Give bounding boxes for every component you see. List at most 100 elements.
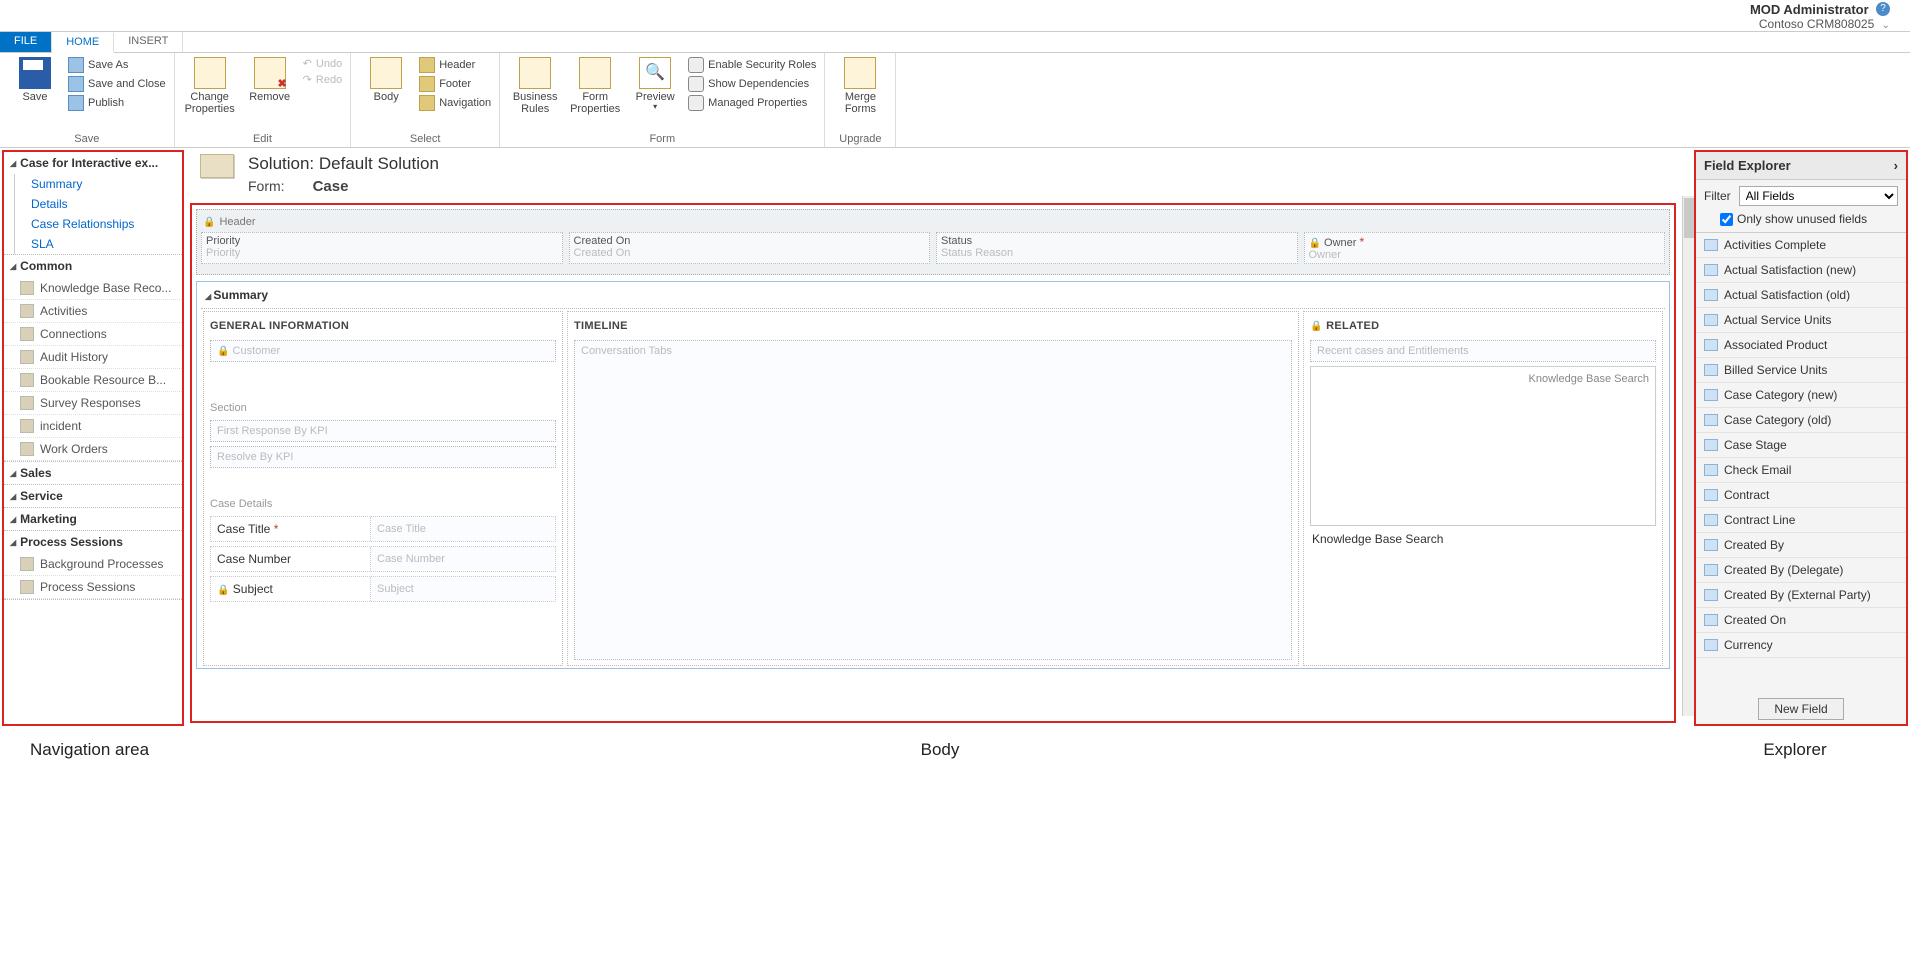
procsess-icon bbox=[20, 580, 34, 594]
footer-button[interactable]: Footer bbox=[419, 76, 491, 92]
chevron-down-icon[interactable]: ⌄ bbox=[1882, 20, 1890, 31]
summary-col-related[interactable]: 🔒 RELATED Recent cases and Entitlements … bbox=[1303, 311, 1663, 666]
field-first-response[interactable]: First Response By KPI bbox=[210, 420, 556, 442]
form-label: Form: bbox=[248, 178, 285, 194]
header-field-createdon[interactable]: Created On Created On bbox=[569, 232, 931, 264]
field-item[interactable]: Associated Product bbox=[1696, 333, 1906, 358]
only-unused-input[interactable] bbox=[1720, 213, 1733, 226]
nav-item-activities[interactable]: Activities bbox=[4, 300, 182, 323]
nav-section-service[interactable]: Service bbox=[4, 485, 182, 507]
form-header-section[interactable]: 🔒Header Priority Priority Created On Cre… bbox=[196, 209, 1670, 275]
kb-search-box[interactable]: Knowledge Base Search bbox=[1310, 366, 1656, 526]
nav-section-marketing[interactable]: Marketing bbox=[4, 508, 182, 530]
field-item[interactable]: Check Email bbox=[1696, 458, 1906, 483]
nav-item-incident[interactable]: incident bbox=[4, 415, 182, 438]
nav-item-procsess[interactable]: Process Sessions bbox=[4, 576, 182, 599]
field-customer[interactable]: 🔒 Customer bbox=[210, 340, 556, 362]
vertical-scrollbar[interactable] bbox=[1682, 196, 1694, 716]
field-item[interactable]: Case Category (old) bbox=[1696, 408, 1906, 433]
tab-home[interactable]: HOME bbox=[52, 33, 114, 53]
field-item[interactable]: Currency bbox=[1696, 633, 1906, 658]
summary-col-general[interactable]: GENERAL INFORMATION 🔒 Customer Section F… bbox=[203, 311, 563, 666]
nav-item-workorders[interactable]: Work Orders bbox=[4, 438, 182, 461]
redo-icon: ↷ bbox=[303, 73, 312, 86]
show-dependencies-button[interactable]: Show Dependencies bbox=[688, 76, 816, 92]
redo-button[interactable]: ↷Redo bbox=[303, 73, 343, 86]
field-item[interactable]: Case Category (new) bbox=[1696, 383, 1906, 408]
group-label-form: Form bbox=[508, 133, 816, 145]
deps-icon bbox=[688, 76, 704, 92]
header-field-priority[interactable]: Priority Priority bbox=[201, 232, 563, 264]
field-icon bbox=[1704, 239, 1718, 251]
field-case-number[interactable]: Case Number Case Number bbox=[210, 546, 556, 572]
bgproc-icon bbox=[20, 557, 34, 571]
nav-link-sla[interactable]: SLA bbox=[14, 234, 182, 254]
enable-security-button[interactable]: Enable Security Roles bbox=[688, 57, 816, 73]
field-item[interactable]: Actual Satisfaction (old) bbox=[1696, 283, 1906, 308]
field-subject[interactable]: 🔒 Subject Subject bbox=[210, 576, 556, 602]
related-placeholder[interactable]: Recent cases and Entitlements bbox=[1310, 340, 1656, 362]
field-item[interactable]: Case Stage bbox=[1696, 433, 1906, 458]
header-field-owner[interactable]: 🔒 Owner * Owner bbox=[1304, 232, 1666, 264]
field-item[interactable]: Created On bbox=[1696, 608, 1906, 633]
nav-section-case[interactable]: Case for Interactive ex... bbox=[4, 152, 182, 174]
field-resolve-by[interactable]: Resolve By KPI bbox=[210, 446, 556, 468]
field-item[interactable]: Contract bbox=[1696, 483, 1906, 508]
field-item[interactable]: Actual Service Units bbox=[1696, 308, 1906, 333]
field-item[interactable]: Activities Complete bbox=[1696, 233, 1906, 258]
tab-file[interactable]: FILE bbox=[0, 32, 52, 52]
nav-item-bookable[interactable]: Bookable Resource B... bbox=[4, 369, 182, 392]
nav-section-process[interactable]: Process Sessions bbox=[4, 531, 182, 553]
navigation-pane: Case for Interactive ex... Summary Detai… bbox=[2, 150, 184, 726]
body-button[interactable]: Body bbox=[359, 57, 413, 103]
nav-section-common[interactable]: Common bbox=[4, 255, 182, 277]
change-properties-button[interactable]: Change Properties bbox=[183, 57, 237, 115]
field-icon bbox=[1704, 489, 1718, 501]
new-field-button[interactable]: New Field bbox=[1758, 698, 1844, 720]
nav-link-details[interactable]: Details bbox=[14, 194, 182, 214]
timeline-placeholder[interactable]: Conversation Tabs bbox=[574, 340, 1292, 660]
nav-item-connections[interactable]: Connections bbox=[4, 323, 182, 346]
form-properties-button[interactable]: Form Properties bbox=[568, 57, 622, 115]
tab-insert[interactable]: INSERT bbox=[114, 32, 183, 52]
field-item[interactable]: Created By (Delegate) bbox=[1696, 558, 1906, 583]
preview-button[interactable]: 🔍Preview▾ bbox=[628, 57, 682, 112]
publish-button[interactable]: Publish bbox=[68, 95, 166, 111]
user-bar: MOD Administrator ? Contoso CRM808025 ⌄ bbox=[0, 0, 1910, 31]
nav-link-relationships[interactable]: Case Relationships bbox=[14, 214, 182, 234]
lock-icon: 🔒 bbox=[1309, 238, 1321, 249]
merge-forms-button[interactable]: Merge Forms bbox=[833, 57, 887, 115]
preview-icon: 🔍 bbox=[639, 57, 671, 89]
save-as-button[interactable]: Save As bbox=[68, 57, 166, 73]
expand-icon[interactable]: › bbox=[1894, 158, 1898, 173]
navigation-button[interactable]: Navigation bbox=[419, 95, 491, 111]
managed-properties-button[interactable]: Managed Properties bbox=[688, 95, 816, 111]
nav-section-sales[interactable]: Sales bbox=[4, 462, 182, 484]
nav-link-summary[interactable]: Summary bbox=[14, 174, 182, 194]
remove-button[interactable]: ✖Remove bbox=[243, 57, 297, 103]
field-item[interactable]: Created By (External Party) bbox=[1696, 583, 1906, 608]
nav-item-audit[interactable]: Audit History bbox=[4, 346, 182, 369]
field-item[interactable]: Created By bbox=[1696, 533, 1906, 558]
field-item[interactable]: Actual Satisfaction (new) bbox=[1696, 258, 1906, 283]
field-case-title[interactable]: Case Title * Case Title bbox=[210, 516, 556, 542]
nav-item-survey[interactable]: Survey Responses bbox=[4, 392, 182, 415]
field-icon bbox=[1704, 564, 1718, 576]
filter-select[interactable]: All Fields bbox=[1739, 186, 1898, 206]
field-icon bbox=[1704, 414, 1718, 426]
save-close-button[interactable]: Save and Close bbox=[68, 76, 166, 92]
header-button[interactable]: Header bbox=[419, 57, 491, 73]
undo-button[interactable]: ↶Undo bbox=[303, 57, 343, 70]
nav-item-bgproc[interactable]: Background Processes bbox=[4, 553, 182, 576]
business-rules-button[interactable]: Business Rules bbox=[508, 57, 562, 115]
nav-item-kb[interactable]: Knowledge Base Reco... bbox=[4, 277, 182, 300]
summary-tab[interactable]: Summary GENERAL INFORMATION 🔒 Customer S… bbox=[196, 281, 1670, 669]
summary-col-timeline[interactable]: TIMELINE Conversation Tabs bbox=[567, 311, 1299, 666]
save-button[interactable]: Save bbox=[8, 57, 62, 103]
header-field-status[interactable]: Status Status Reason bbox=[936, 232, 1298, 264]
only-unused-checkbox[interactable]: Only show unused fields bbox=[1696, 212, 1906, 232]
main-layout: Case for Interactive ex... Summary Detai… bbox=[0, 148, 1910, 726]
field-item[interactable]: Contract Line bbox=[1696, 508, 1906, 533]
help-icon[interactable]: ? bbox=[1876, 2, 1890, 16]
field-item[interactable]: Billed Service Units bbox=[1696, 358, 1906, 383]
